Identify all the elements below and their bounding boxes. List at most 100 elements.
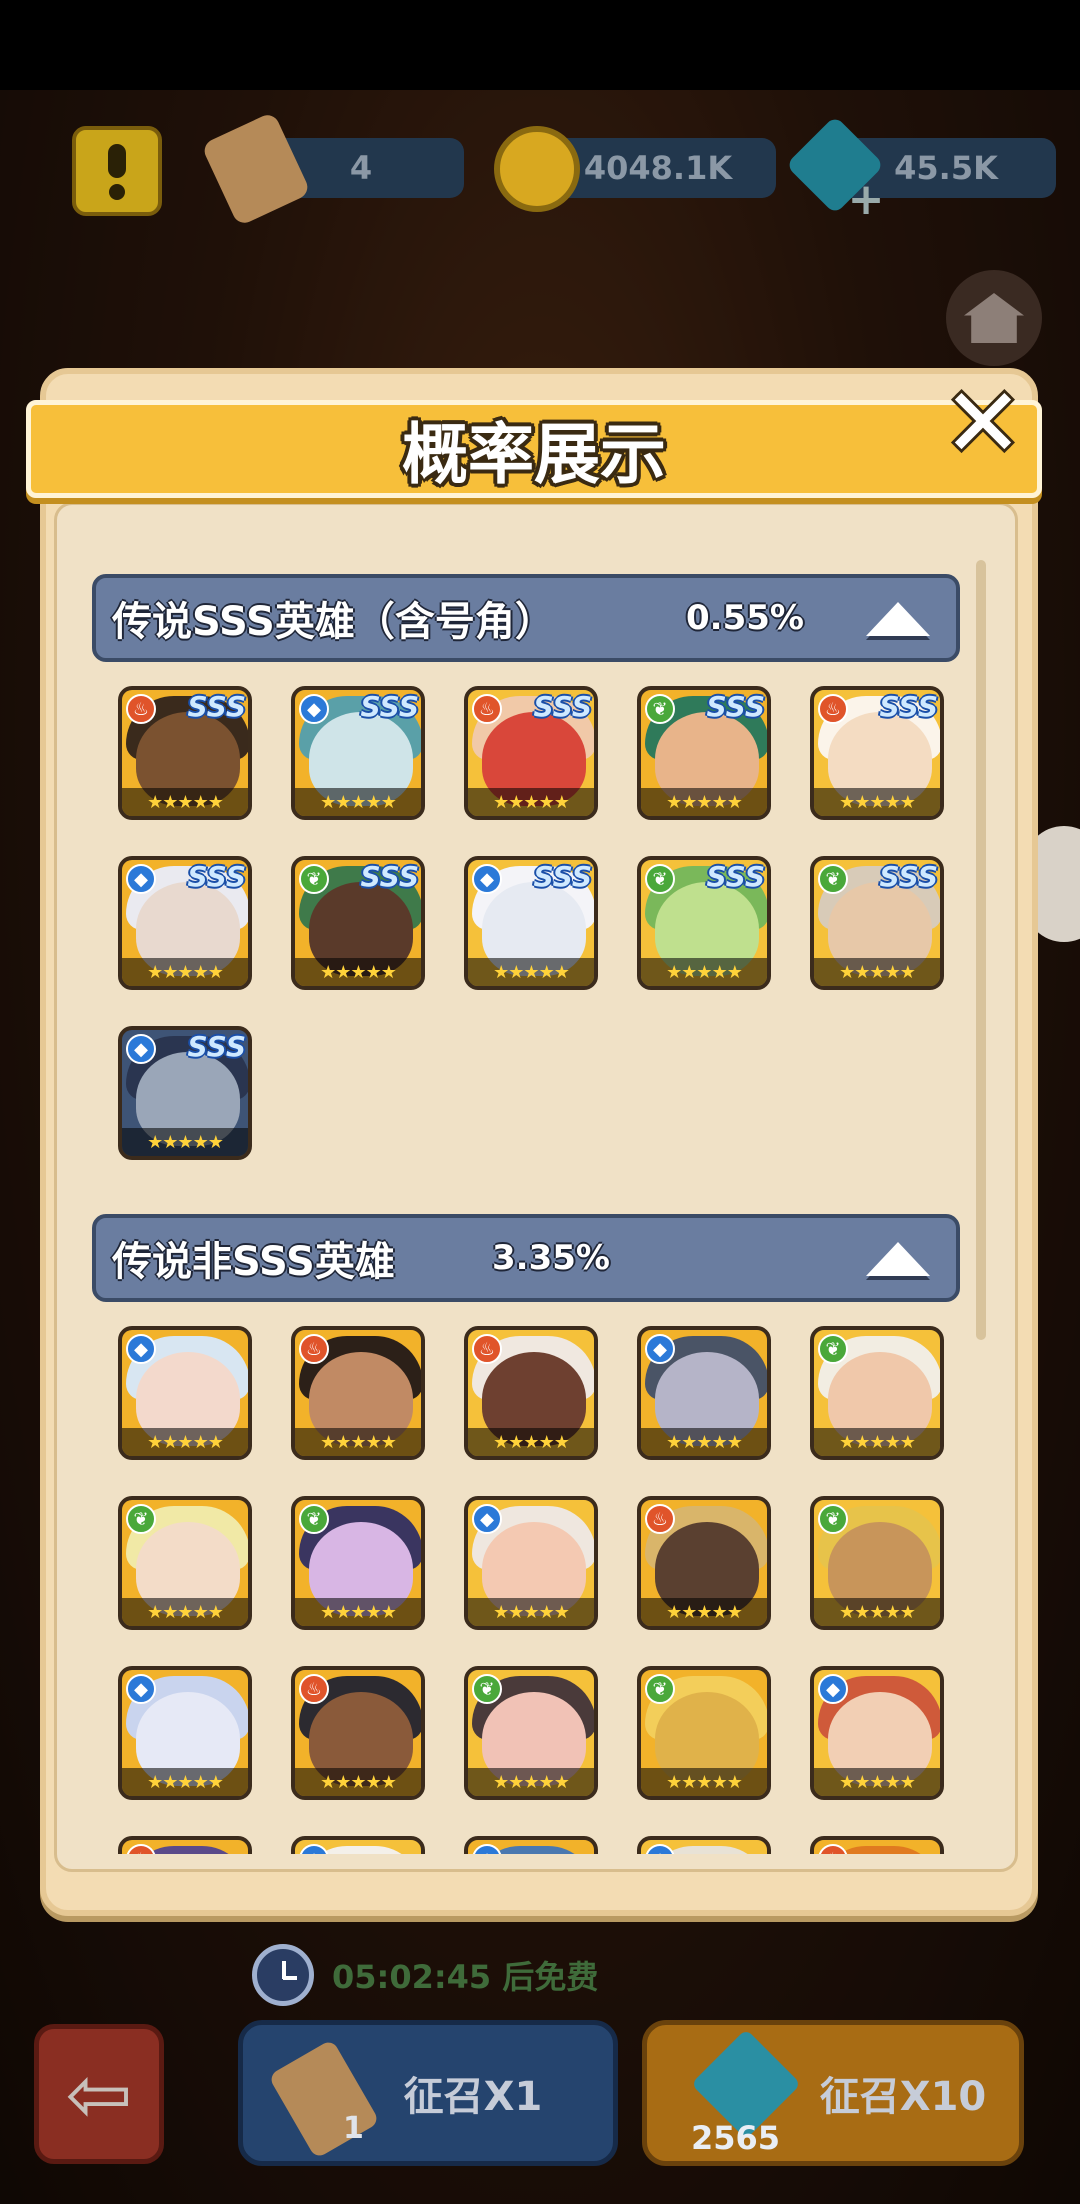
collapse-arrow-icon[interactable] <box>866 602 930 636</box>
clock-icon <box>252 1944 314 2006</box>
hero-card[interactable]: ◆★★★★★ <box>637 1326 771 1460</box>
gold-coin-icon <box>494 126 580 212</box>
star-rating: ★★★★★ <box>295 788 421 816</box>
hero-card[interactable]: ♨★★★★★ <box>291 1326 425 1460</box>
summon-x1-label: 征召X1 <box>403 2074 543 2120</box>
dialog-title-bar: 概率展示 <box>26 400 1042 498</box>
hero-card[interactable]: ♨ SSS ★★★★★ <box>464 686 598 820</box>
star-rating: ★★★★★ <box>468 788 594 816</box>
hero-card[interactable]: ❦ ★★★★★ <box>810 1496 944 1630</box>
hero-card[interactable]: ♨★★★★★ <box>118 1836 252 1854</box>
alert-button[interactable] <box>72 126 162 216</box>
section-title: 传说SSS英雄（含号角） <box>112 599 555 645</box>
sss-badge: SSS <box>879 860 938 893</box>
star-rating: ★★★★★ <box>122 1598 248 1626</box>
star-rating: ★★★★★ <box>122 1128 248 1156</box>
star-rating: ★★★★★ <box>814 1598 940 1626</box>
hero-card[interactable]: ◆★★★★★ <box>810 1666 944 1800</box>
star-rating: ★★★★★ <box>295 958 421 986</box>
hero-card[interactable]: ❦ SSS ★★★★★ <box>637 856 771 990</box>
add-gems-icon[interactable]: + <box>846 178 886 222</box>
fire-element-icon: ♨ <box>472 694 502 724</box>
water-element-icon: ◆ <box>126 864 156 894</box>
leaf-element-icon: ❦ <box>818 1504 848 1534</box>
leaf-element-icon: ❦ <box>299 1504 329 1534</box>
water-element-icon: ◆ <box>472 1844 502 1854</box>
star-rating: ★★★★★ <box>641 958 767 986</box>
water-element-icon: ◆ <box>299 1844 329 1854</box>
hero-card[interactable]: ◆★★★★★ <box>118 1326 252 1460</box>
hero-card[interactable]: ❦ ★★★★★ <box>291 1496 425 1630</box>
star-rating: ★★★★★ <box>468 1598 594 1626</box>
hero-card[interactable]: ♨★★★★★ <box>291 1666 425 1800</box>
star-rating: ★★★★★ <box>468 958 594 986</box>
leaf-element-icon: ❦ <box>818 864 848 894</box>
fire-element-icon: ♨ <box>126 1844 156 1854</box>
water-element-icon: ◆ <box>472 864 502 894</box>
hero-card[interactable]: ♨ SSS ★★★★★ <box>810 686 944 820</box>
star-rating: ★★★★★ <box>641 1598 767 1626</box>
section-header[interactable]: 传说非SSS英雄 3.35% <box>92 1214 960 1302</box>
leaf-element-icon: ❦ <box>472 1674 502 1704</box>
hero-card[interactable]: ◆ ★★★★★ <box>464 1496 598 1630</box>
star-rating: ★★★★★ <box>468 1768 594 1796</box>
hero-grid: ♨ SSS ★★★★★ ◆ SSS ★★★★★ ♨ SSS ★★★★★ ❦ SSS ★★★★★ ♨ SSS… <box>118 686 972 1160</box>
exclamation-icon <box>108 144 126 200</box>
hero-probability-list[interactable]: 传说SSS英雄（含号角） 0.55% ♨ SSS ★★★★★ ◆ SSS ★★★★★ ♨ SSS ★… <box>92 560 972 1854</box>
sss-badge: SSS <box>533 860 592 893</box>
hero-card[interactable]: ◆ SSS ★★★★★ <box>118 1026 252 1160</box>
home-button[interactable] <box>946 270 1042 366</box>
sss-badge: SSS <box>533 690 592 723</box>
hero-card[interactable]: ♨★★★★★ <box>464 1326 598 1460</box>
star-rating: ★★★★★ <box>641 1768 767 1796</box>
close-button[interactable]: ✕ <box>938 367 1028 479</box>
hero-card[interactable]: ◆ SSS ★★★★★ <box>291 686 425 820</box>
hero-card[interactable]: ◆★★★★★ <box>637 1836 771 1854</box>
hero-card[interactable]: ❦ ★★★★★ <box>118 1496 252 1630</box>
star-rating: ★★★★★ <box>814 788 940 816</box>
water-element-icon: ◆ <box>126 1334 156 1364</box>
fire-element-icon: ♨ <box>126 694 156 724</box>
hero-card[interactable]: ❦ SSS ★★★★★ <box>291 856 425 990</box>
star-rating: ★★★★★ <box>641 788 767 816</box>
back-button[interactable]: ⇦ <box>34 2024 164 2164</box>
water-element-icon: ◆ <box>299 694 329 724</box>
fire-element-icon: ♨ <box>299 1674 329 1704</box>
section-rate: 0.55% <box>686 598 804 638</box>
summon-x1-button[interactable]: 1 征召X1 <box>238 2020 618 2166</box>
star-rating: ★★★★★ <box>122 1768 248 1796</box>
gold-amount: 4048.1K <box>583 149 733 187</box>
top-hud: 4 4048.1K 45.5K + <box>0 111 1080 227</box>
water-element-icon: ◆ <box>818 1674 848 1704</box>
collapse-arrow-icon[interactable] <box>866 1242 930 1276</box>
hero-card[interactable]: ◆★★★★★ <box>464 1836 598 1854</box>
hero-card[interactable]: ◆★★★★★ <box>118 1666 252 1800</box>
hero-card[interactable]: ♨★★★★★ <box>810 1836 944 1854</box>
hero-card[interactable]: ◆ SSS ★★★★★ <box>118 856 252 990</box>
summon-x10-cost: 2565 <box>691 2119 781 2157</box>
hero-card[interactable]: ❦ SSS ★★★★★ <box>810 856 944 990</box>
star-rating: ★★★★★ <box>468 1428 594 1456</box>
hero-card[interactable]: ◆ SSS ★★★★★ <box>464 856 598 990</box>
section-header[interactable]: 传说SSS英雄（含号角） 0.55% <box>92 574 960 662</box>
hero-card[interactable]: ❦ ★★★★★ <box>810 1326 944 1460</box>
hero-card[interactable]: ♨ SSS ★★★★★ <box>118 686 252 820</box>
water-element-icon: ◆ <box>472 1504 502 1534</box>
water-element-icon: ◆ <box>126 1034 156 1064</box>
hero-card[interactable]: ♨★★★★★ <box>637 1496 771 1630</box>
leaf-element-icon: ❦ <box>299 864 329 894</box>
sss-badge: SSS <box>360 690 419 723</box>
leaf-element-icon: ❦ <box>818 1334 848 1364</box>
close-icon: ✕ <box>942 367 1024 479</box>
sss-badge: SSS <box>187 860 246 893</box>
dialog-title: 概率展示 <box>402 416 666 493</box>
leaf-element-icon: ❦ <box>645 694 675 724</box>
summon-x10-button[interactable]: 2565 征召X10 <box>642 2020 1024 2166</box>
list-scrollbar[interactable] <box>976 560 986 1340</box>
hero-card[interactable]: ❦ ★★★★★ <box>464 1666 598 1800</box>
arrow-left-icon: ⇦ <box>65 2047 133 2141</box>
hero-card[interactable]: ❦ SSS ★★★★★ <box>637 686 771 820</box>
hero-card[interactable]: ❦ ★★★★★ <box>637 1666 771 1800</box>
sss-badge: SSS <box>879 690 938 723</box>
hero-card[interactable]: ◆★★★★★ <box>291 1836 425 1854</box>
